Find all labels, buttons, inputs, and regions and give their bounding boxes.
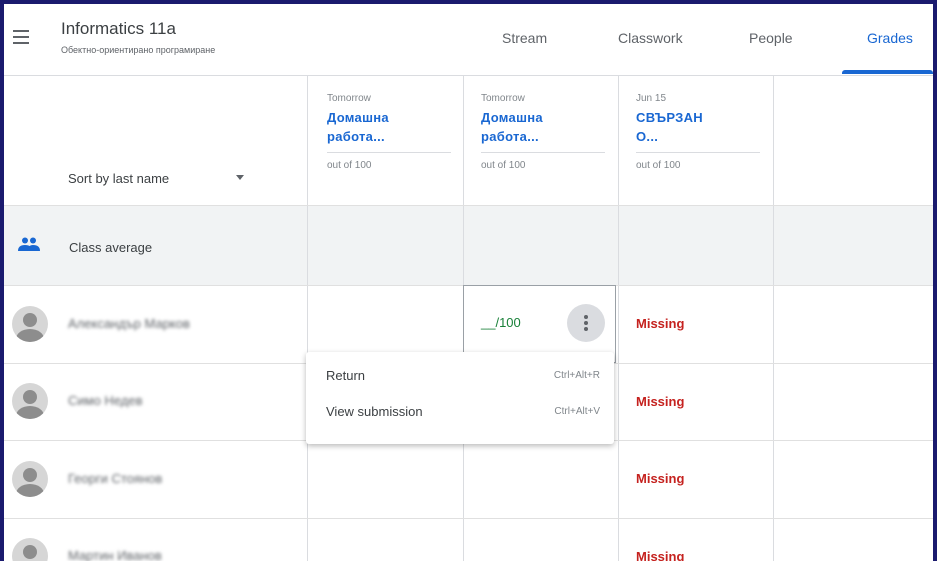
grade-context-menu: Return Ctrl+Alt+R View submission Ctrl+A… — [306, 352, 614, 444]
grade-status-missing[interactable]: Missing — [636, 471, 684, 486]
column-divider — [618, 76, 619, 561]
student-name[interactable]: Александър Марков — [68, 316, 190, 331]
student-name[interactable]: Георги Стоянов — [68, 471, 162, 486]
assignment-points: out of 100 — [327, 160, 372, 171]
assignment-column-header[interactable]: Tomorrow Домашна работа... out of 100 — [327, 92, 457, 171]
more-vert-icon[interactable] — [567, 304, 605, 342]
top-app-bar: Informatics 11a Обектно-ориентирано прог… — [4, 4, 933, 76]
header-rule — [636, 152, 760, 153]
assignment-title[interactable]: Домашна работа... — [481, 108, 611, 146]
assignment-due-date: Jun 15 — [636, 93, 667, 104]
tab-grades[interactable]: Grades — [867, 30, 913, 46]
menu-item-view-submission[interactable]: View submission Ctrl+Alt+V — [306, 396, 614, 430]
class-subtitle: Обектно-ориентирано програмиране — [61, 45, 216, 55]
assignment-column-header[interactable]: Tomorrow Домашна работа... out of 100 — [481, 92, 611, 171]
app-frame: Informatics 11a Обектно-ориентирано прог… — [4, 4, 933, 561]
column-divider — [773, 76, 774, 561]
assignment-title[interactable]: СВЪРЗАН О... — [636, 108, 766, 146]
row-divider — [4, 205, 933, 206]
tab-stream[interactable]: Stream — [502, 30, 547, 46]
menu-item-return[interactable]: Return Ctrl+Alt+R — [306, 360, 614, 394]
header-rule — [481, 152, 605, 153]
student-name[interactable]: Симо Недев — [68, 393, 142, 408]
assignment-title[interactable]: Домашна работа... — [327, 108, 457, 146]
people-icon — [18, 237, 40, 251]
header-rule — [327, 152, 451, 153]
assignment-column-header[interactable]: Jun 15 СВЪРЗАН О... out of 100 — [636, 92, 766, 171]
active-tab-indicator — [842, 70, 933, 74]
assignment-points: out of 100 — [636, 160, 681, 171]
assignment-due-date: Tomorrow — [481, 93, 525, 104]
grade-status-missing[interactable]: Missing — [636, 316, 684, 331]
tab-people[interactable]: People — [749, 30, 793, 46]
class-average-label: Class average — [69, 240, 153, 255]
assignment-due-date: Tomorrow — [327, 93, 371, 104]
class-title[interactable]: Informatics 11a — [61, 19, 176, 39]
grade-status-missing[interactable]: Missing — [636, 549, 684, 561]
student-avatar — [12, 461, 48, 497]
grade-input[interactable]: __/100 — [481, 315, 521, 330]
menu-item-label: View submission — [326, 404, 423, 419]
row-divider — [4, 518, 933, 519]
menu-item-shortcut: Ctrl+Alt+V — [554, 406, 600, 417]
student-avatar — [12, 538, 48, 561]
assignment-points: out of 100 — [481, 160, 526, 171]
tab-classwork[interactable]: Classwork — [618, 30, 683, 46]
hamburger-icon[interactable] — [10, 26, 32, 48]
menu-item-shortcut: Ctrl+Alt+R — [553, 370, 600, 381]
sort-dropdown[interactable]: Sort by last name — [68, 171, 169, 186]
menu-item-label: Return — [326, 368, 366, 383]
student-avatar — [12, 383, 48, 419]
caret-down-icon[interactable] — [236, 175, 244, 180]
grade-status-missing[interactable]: Missing — [636, 394, 684, 409]
column-divider — [307, 76, 308, 561]
student-avatar — [12, 306, 48, 342]
student-name[interactable]: Мартин Иванов — [68, 548, 162, 561]
